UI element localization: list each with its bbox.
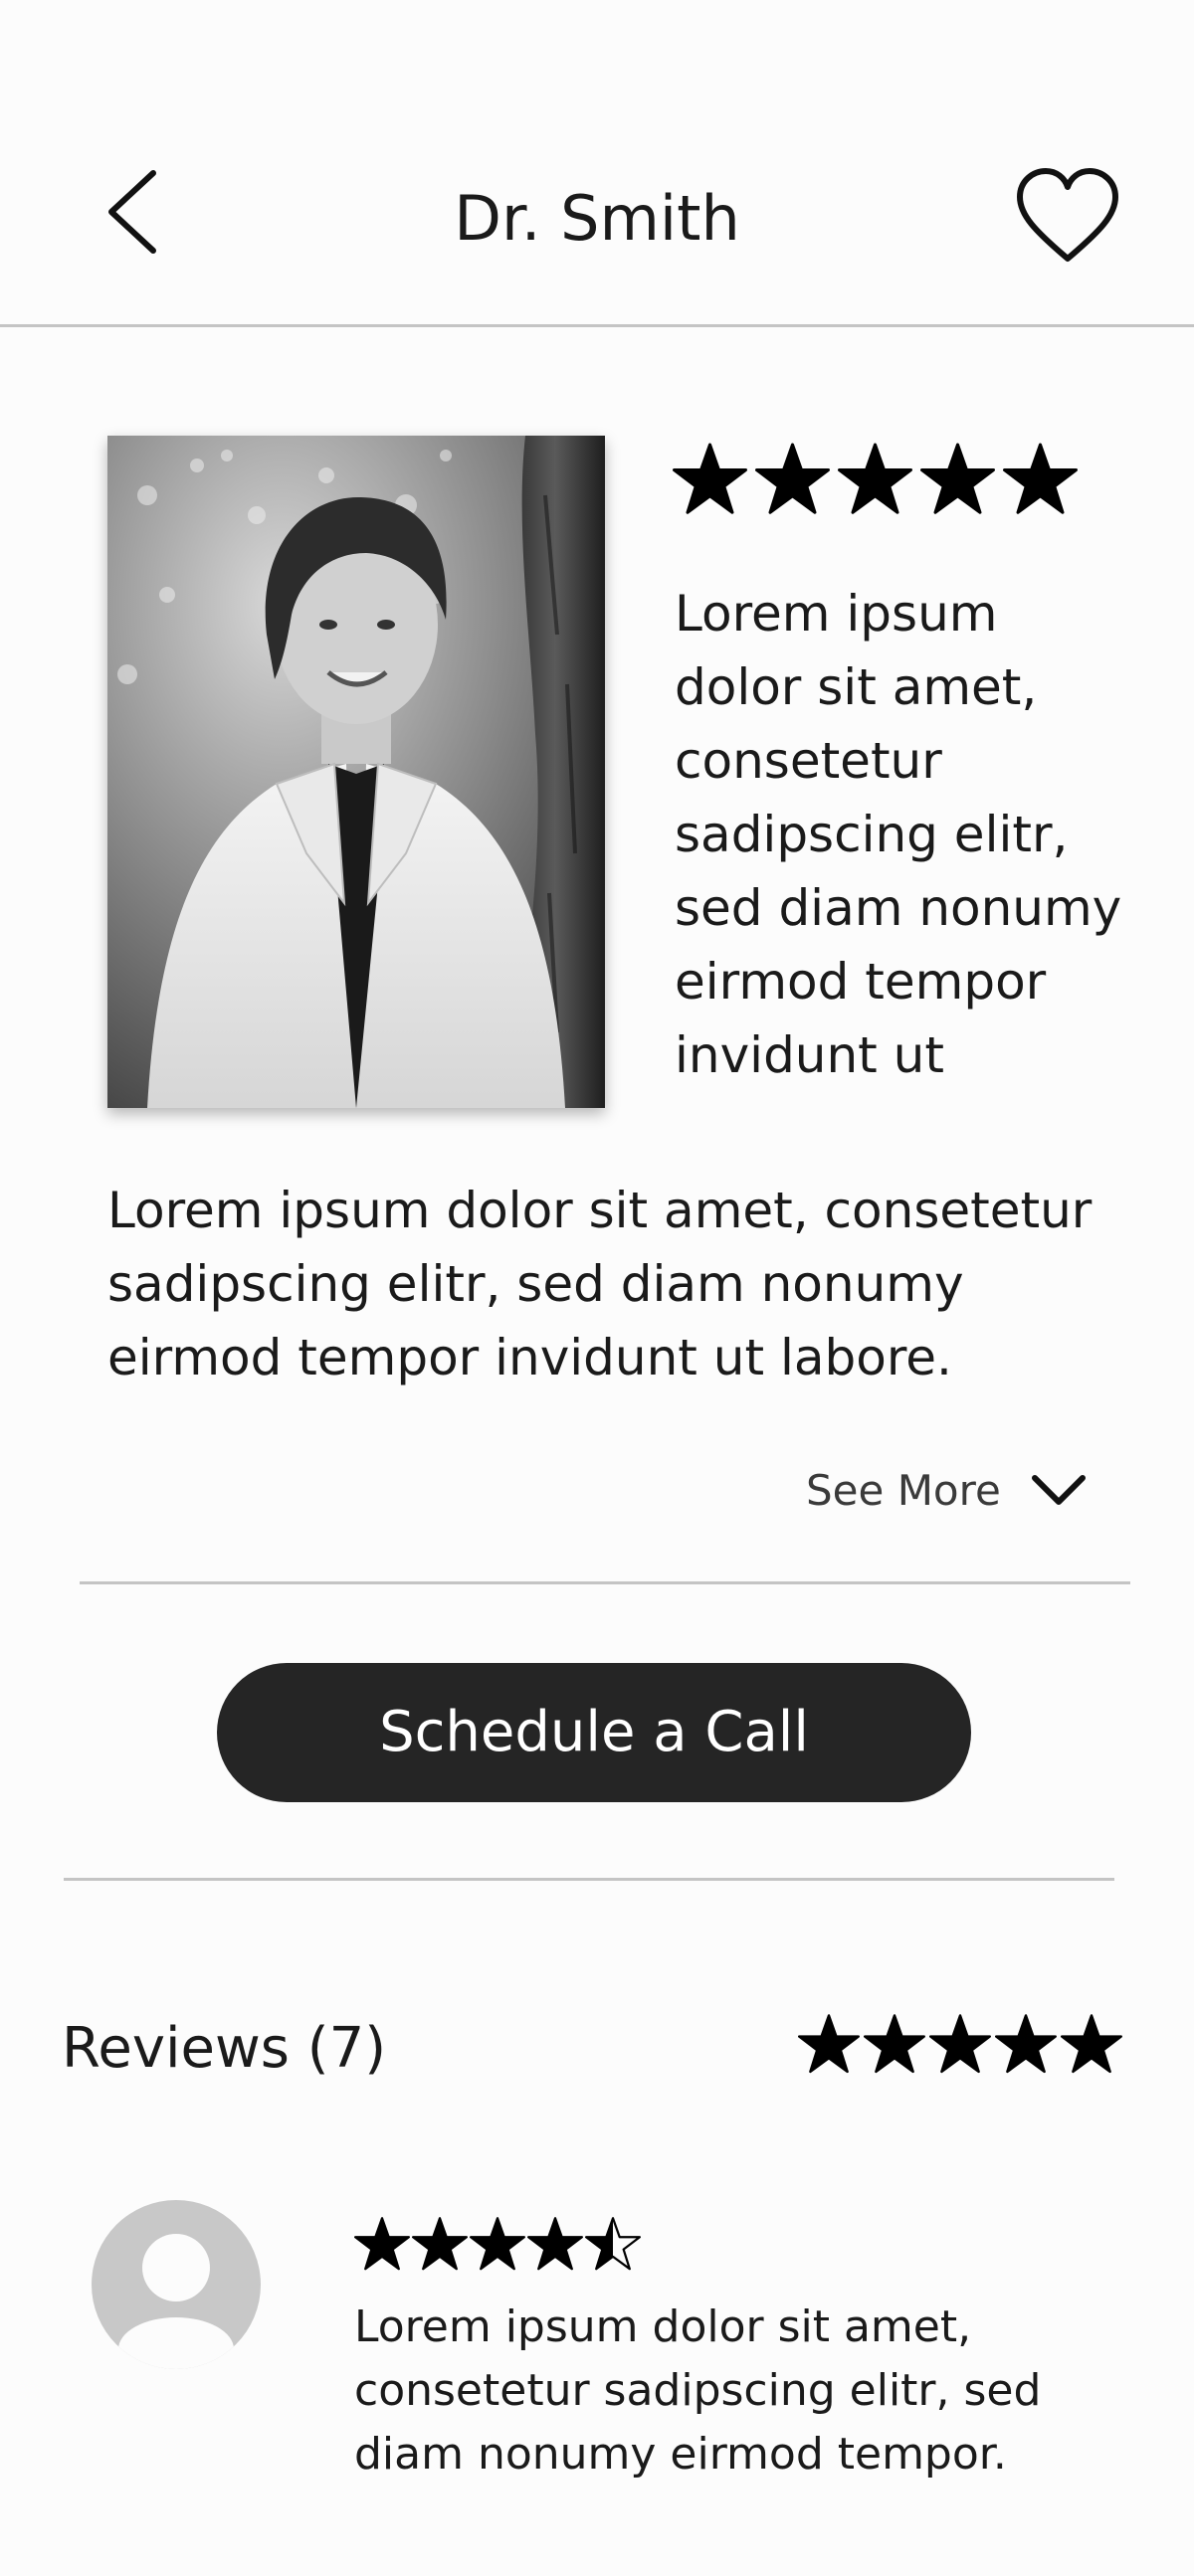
star-filled-icon [673, 443, 747, 514]
reviewer-avatar [92, 2200, 261, 2369]
star-filled-icon [755, 443, 830, 514]
section-divider [80, 1581, 1130, 1584]
chevron-down-icon [1031, 1475, 1086, 1505]
star-filled-icon [798, 2014, 860, 2074]
doctor-rating-stars [673, 442, 1078, 529]
star-filled-icon [412, 2217, 468, 2271]
star-filled-icon [1003, 443, 1078, 514]
review-stars [354, 2216, 641, 2272]
chevron-left-icon [108, 170, 156, 254]
see-more-link[interactable]: See More [806, 1460, 1087, 1520]
star-filled-icon [838, 443, 912, 514]
star-filled-icon [527, 2217, 583, 2271]
back-button[interactable] [98, 167, 167, 257]
favorite-button[interactable] [1015, 167, 1120, 267]
heart-outline-icon [1017, 168, 1118, 262]
reviews-average-stars [798, 2013, 1122, 2075]
header-divider [0, 324, 1194, 327]
star-filled-icon [1061, 2014, 1122, 2074]
star-filled-icon [470, 2217, 525, 2271]
page-title: Dr. Smith [454, 182, 740, 255]
star-filled-icon [929, 2014, 991, 2074]
doctor-photo [107, 436, 605, 1108]
star-filled-icon [995, 2014, 1057, 2074]
doctor-short-bio: Lorem ipsum dolor sit amet, consetetur s… [675, 585, 1122, 1084]
star-half-icon [585, 2217, 641, 2271]
user-avatar-icon [92, 2200, 261, 2369]
schedule-call-button[interactable]: Schedule a Call [217, 1663, 971, 1802]
see-more-label: See More [806, 1465, 1001, 1515]
reviews-title: Reviews (7) [62, 2016, 387, 2081]
star-filled-icon [920, 443, 995, 514]
star-filled-icon [354, 2217, 410, 2271]
review-text: Lorem ipsum dolor sit amet, consetetur s… [354, 2301, 1042, 2480]
section-divider [64, 1878, 1114, 1881]
star-filled-icon [864, 2014, 925, 2074]
doctor-bio: Lorem ipsum dolor sit amet, consetetur s… [107, 1182, 1093, 1386]
